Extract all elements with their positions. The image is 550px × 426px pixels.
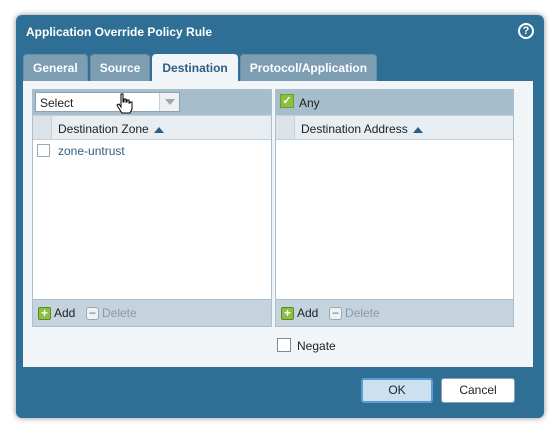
help-icon[interactable]: ? xyxy=(518,23,534,39)
sort-asc-icon xyxy=(412,126,423,133)
select-all-column xyxy=(276,116,295,139)
dialog-title: Application Override Policy Rule xyxy=(26,25,213,39)
chevron-down-icon[interactable] xyxy=(159,93,179,111)
any-label: Any xyxy=(299,96,320,110)
address-toolbar: ✓ Any xyxy=(276,90,513,115)
dialog: Application Override Policy Rule ? Gener… xyxy=(16,15,544,418)
zone-select-value: Select xyxy=(40,96,74,110)
ok-button[interactable]: OK xyxy=(361,378,433,403)
address-footer: + Add − Delete xyxy=(276,299,513,326)
address-column-label: Destination Address xyxy=(301,122,408,136)
negate-checkbox[interactable] xyxy=(277,338,291,352)
zone-footer: + Add − Delete xyxy=(33,299,271,326)
minus-icon: − xyxy=(329,307,342,321)
tab-bar: General Source Destination Protocol/Appl… xyxy=(23,54,379,82)
destination-zone-panel: Select Destination Zone zone-untrust + Ad… xyxy=(32,89,272,327)
tab-destination[interactable]: Destination xyxy=(152,54,238,82)
delete-address-button[interactable]: − Delete xyxy=(329,306,380,321)
select-all-column xyxy=(33,116,52,139)
tab-protocol-application[interactable]: Protocol/Application xyxy=(239,54,378,81)
add-address-button[interactable]: + Add xyxy=(281,306,318,321)
zone-column-label: Destination Zone xyxy=(58,122,149,136)
zone-select[interactable]: Select xyxy=(35,92,180,112)
any-checkbox[interactable]: ✓ xyxy=(280,94,294,108)
tab-general[interactable]: General xyxy=(23,54,88,81)
sort-asc-icon xyxy=(153,126,164,133)
minus-icon: − xyxy=(86,307,99,321)
tab-content: Select Destination Zone zone-untrust + Ad… xyxy=(23,81,533,367)
zone-column-header[interactable]: Destination Zone xyxy=(33,115,271,140)
row-checkbox[interactable] xyxy=(37,144,50,157)
hand-cursor-icon xyxy=(116,93,133,114)
delete-zone-button[interactable]: − Delete xyxy=(86,306,137,321)
table-row[interactable]: zone-untrust xyxy=(33,140,271,162)
plus-icon: + xyxy=(38,307,51,321)
zone-toolbar: Select xyxy=(33,90,271,115)
negate-label: Negate xyxy=(297,339,336,353)
add-zone-button[interactable]: + Add xyxy=(38,306,75,321)
tab-source[interactable]: Source xyxy=(89,54,151,81)
address-column-header[interactable]: Destination Address xyxy=(276,115,513,140)
plus-icon: + xyxy=(281,307,294,321)
zone-row-label: zone-untrust xyxy=(58,144,125,158)
destination-address-panel: ✓ Any Destination Address + Add − Delete xyxy=(275,89,514,327)
cancel-button[interactable]: Cancel xyxy=(441,378,515,403)
